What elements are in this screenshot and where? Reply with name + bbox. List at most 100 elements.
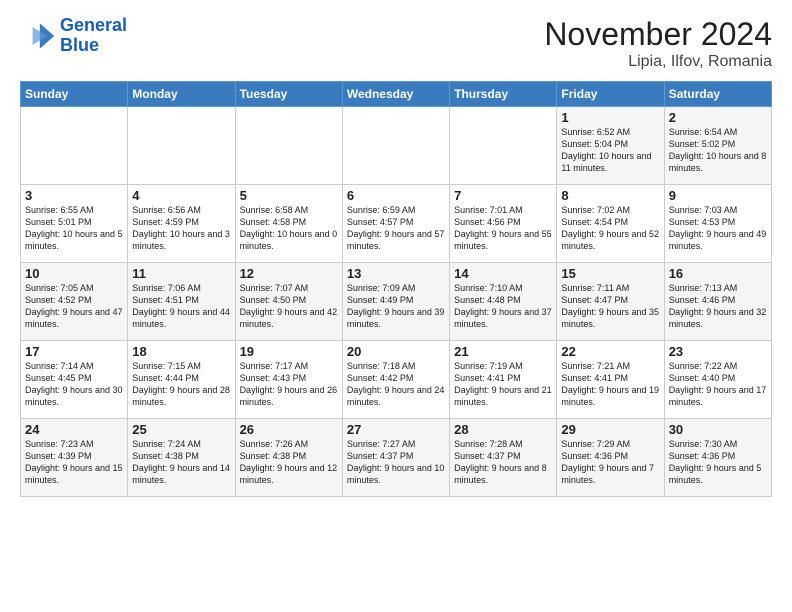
day-number-3-6: 23 bbox=[669, 344, 767, 359]
cell-4-2: 26Sunrise: 7:26 AM Sunset: 4:38 PM Dayli… bbox=[235, 419, 342, 497]
cell-1-0: 3Sunrise: 6:55 AM Sunset: 5:01 PM Daylig… bbox=[21, 185, 128, 263]
day-info-2-6: Sunrise: 7:13 AM Sunset: 4:46 PM Dayligh… bbox=[669, 282, 767, 331]
day-number-1-5: 8 bbox=[561, 188, 659, 203]
logo-text: General Blue bbox=[60, 16, 127, 56]
day-number-4-0: 24 bbox=[25, 422, 123, 437]
day-info-1-2: Sunrise: 6:58 AM Sunset: 4:58 PM Dayligh… bbox=[240, 204, 338, 253]
day-number-2-2: 12 bbox=[240, 266, 338, 281]
day-info-4-3: Sunrise: 7:27 AM Sunset: 4:37 PM Dayligh… bbox=[347, 438, 445, 487]
day-info-3-1: Sunrise: 7:15 AM Sunset: 4:44 PM Dayligh… bbox=[132, 360, 230, 409]
day-info-4-0: Sunrise: 7:23 AM Sunset: 4:39 PM Dayligh… bbox=[25, 438, 123, 487]
day-number-3-0: 17 bbox=[25, 344, 123, 359]
cell-4-5: 29Sunrise: 7:29 AM Sunset: 4:36 PM Dayli… bbox=[557, 419, 664, 497]
day-info-1-4: Sunrise: 7:01 AM Sunset: 4:56 PM Dayligh… bbox=[454, 204, 552, 253]
cell-1-4: 7Sunrise: 7:01 AM Sunset: 4:56 PM Daylig… bbox=[450, 185, 557, 263]
cell-4-3: 27Sunrise: 7:27 AM Sunset: 4:37 PM Dayli… bbox=[342, 419, 449, 497]
header-monday: Monday bbox=[128, 82, 235, 107]
day-number-1-2: 5 bbox=[240, 188, 338, 203]
header-friday: Friday bbox=[557, 82, 664, 107]
day-number-2-0: 10 bbox=[25, 266, 123, 281]
calendar-header: Sunday Monday Tuesday Wednesday Thursday… bbox=[21, 82, 772, 107]
cell-2-0: 10Sunrise: 7:05 AM Sunset: 4:52 PM Dayli… bbox=[21, 263, 128, 341]
cell-4-1: 25Sunrise: 7:24 AM Sunset: 4:38 PM Dayli… bbox=[128, 419, 235, 497]
month-title: November 2024 bbox=[544, 16, 772, 53]
week-row-1: 3Sunrise: 6:55 AM Sunset: 5:01 PM Daylig… bbox=[21, 185, 772, 263]
day-info-3-3: Sunrise: 7:18 AM Sunset: 4:42 PM Dayligh… bbox=[347, 360, 445, 409]
cell-4-0: 24Sunrise: 7:23 AM Sunset: 4:39 PM Dayli… bbox=[21, 419, 128, 497]
day-info-2-1: Sunrise: 7:06 AM Sunset: 4:51 PM Dayligh… bbox=[132, 282, 230, 331]
header-thursday: Thursday bbox=[450, 82, 557, 107]
header-saturday: Saturday bbox=[664, 82, 771, 107]
logo-line2: Blue bbox=[60, 35, 99, 55]
day-info-3-0: Sunrise: 7:14 AM Sunset: 4:45 PM Dayligh… bbox=[25, 360, 123, 409]
day-info-4-2: Sunrise: 7:26 AM Sunset: 4:38 PM Dayligh… bbox=[240, 438, 338, 487]
title-block: November 2024 Lipia, Ilfov, Romania bbox=[544, 16, 772, 71]
day-number-2-3: 13 bbox=[347, 266, 445, 281]
day-number-2-1: 11 bbox=[132, 266, 230, 281]
day-number-0-5: 1 bbox=[561, 110, 659, 125]
header-wednesday: Wednesday bbox=[342, 82, 449, 107]
day-number-4-6: 30 bbox=[669, 422, 767, 437]
cell-1-3: 6Sunrise: 6:59 AM Sunset: 4:57 PM Daylig… bbox=[342, 185, 449, 263]
day-info-1-6: Sunrise: 7:03 AM Sunset: 4:53 PM Dayligh… bbox=[669, 204, 767, 253]
logo: General Blue bbox=[20, 16, 127, 56]
cell-2-6: 16Sunrise: 7:13 AM Sunset: 4:46 PM Dayli… bbox=[664, 263, 771, 341]
day-number-3-5: 22 bbox=[561, 344, 659, 359]
logo-line1: General bbox=[60, 15, 127, 35]
cell-3-3: 20Sunrise: 7:18 AM Sunset: 4:42 PM Dayli… bbox=[342, 341, 449, 419]
day-info-2-3: Sunrise: 7:09 AM Sunset: 4:49 PM Dayligh… bbox=[347, 282, 445, 331]
day-number-4-3: 27 bbox=[347, 422, 445, 437]
cell-1-6: 9Sunrise: 7:03 AM Sunset: 4:53 PM Daylig… bbox=[664, 185, 771, 263]
cell-0-5: 1Sunrise: 6:52 AM Sunset: 5:04 PM Daylig… bbox=[557, 107, 664, 185]
cell-0-4 bbox=[450, 107, 557, 185]
cell-2-2: 12Sunrise: 7:07 AM Sunset: 4:50 PM Dayli… bbox=[235, 263, 342, 341]
cell-4-4: 28Sunrise: 7:28 AM Sunset: 4:37 PM Dayli… bbox=[450, 419, 557, 497]
day-info-1-0: Sunrise: 6:55 AM Sunset: 5:01 PM Dayligh… bbox=[25, 204, 123, 253]
day-info-0-5: Sunrise: 6:52 AM Sunset: 5:04 PM Dayligh… bbox=[561, 126, 659, 175]
day-number-2-4: 14 bbox=[454, 266, 552, 281]
cell-1-2: 5Sunrise: 6:58 AM Sunset: 4:58 PM Daylig… bbox=[235, 185, 342, 263]
day-number-3-4: 21 bbox=[454, 344, 552, 359]
cell-0-0 bbox=[21, 107, 128, 185]
day-number-4-2: 26 bbox=[240, 422, 338, 437]
day-number-0-6: 2 bbox=[669, 110, 767, 125]
cell-0-6: 2Sunrise: 6:54 AM Sunset: 5:02 PM Daylig… bbox=[664, 107, 771, 185]
day-info-4-5: Sunrise: 7:29 AM Sunset: 4:36 PM Dayligh… bbox=[561, 438, 659, 487]
weekday-header-row: Sunday Monday Tuesday Wednesday Thursday… bbox=[21, 82, 772, 107]
cell-1-5: 8Sunrise: 7:02 AM Sunset: 4:54 PM Daylig… bbox=[557, 185, 664, 263]
day-info-2-5: Sunrise: 7:11 AM Sunset: 4:47 PM Dayligh… bbox=[561, 282, 659, 331]
day-info-0-6: Sunrise: 6:54 AM Sunset: 5:02 PM Dayligh… bbox=[669, 126, 767, 175]
week-row-0: 1Sunrise: 6:52 AM Sunset: 5:04 PM Daylig… bbox=[21, 107, 772, 185]
day-info-3-4: Sunrise: 7:19 AM Sunset: 4:41 PM Dayligh… bbox=[454, 360, 552, 409]
day-number-1-0: 3 bbox=[25, 188, 123, 203]
cell-2-3: 13Sunrise: 7:09 AM Sunset: 4:49 PM Dayli… bbox=[342, 263, 449, 341]
week-row-2: 10Sunrise: 7:05 AM Sunset: 4:52 PM Dayli… bbox=[21, 263, 772, 341]
day-info-3-5: Sunrise: 7:21 AM Sunset: 4:41 PM Dayligh… bbox=[561, 360, 659, 409]
cell-2-4: 14Sunrise: 7:10 AM Sunset: 4:48 PM Dayli… bbox=[450, 263, 557, 341]
day-info-4-1: Sunrise: 7:24 AM Sunset: 4:38 PM Dayligh… bbox=[132, 438, 230, 487]
day-number-1-1: 4 bbox=[132, 188, 230, 203]
day-number-2-5: 15 bbox=[561, 266, 659, 281]
day-info-2-2: Sunrise: 7:07 AM Sunset: 4:50 PM Dayligh… bbox=[240, 282, 338, 331]
cell-1-1: 4Sunrise: 6:56 AM Sunset: 4:59 PM Daylig… bbox=[128, 185, 235, 263]
header-tuesday: Tuesday bbox=[235, 82, 342, 107]
week-row-3: 17Sunrise: 7:14 AM Sunset: 4:45 PM Dayli… bbox=[21, 341, 772, 419]
day-info-4-4: Sunrise: 7:28 AM Sunset: 4:37 PM Dayligh… bbox=[454, 438, 552, 487]
day-info-1-5: Sunrise: 7:02 AM Sunset: 4:54 PM Dayligh… bbox=[561, 204, 659, 253]
cell-2-1: 11Sunrise: 7:06 AM Sunset: 4:51 PM Dayli… bbox=[128, 263, 235, 341]
day-number-1-4: 7 bbox=[454, 188, 552, 203]
day-info-2-4: Sunrise: 7:10 AM Sunset: 4:48 PM Dayligh… bbox=[454, 282, 552, 331]
location: Lipia, Ilfov, Romania bbox=[544, 53, 772, 71]
cell-3-5: 22Sunrise: 7:21 AM Sunset: 4:41 PM Dayli… bbox=[557, 341, 664, 419]
week-row-4: 24Sunrise: 7:23 AM Sunset: 4:39 PM Dayli… bbox=[21, 419, 772, 497]
day-number-1-3: 6 bbox=[347, 188, 445, 203]
cell-4-6: 30Sunrise: 7:30 AM Sunset: 4:36 PM Dayli… bbox=[664, 419, 771, 497]
day-info-1-1: Sunrise: 6:56 AM Sunset: 4:59 PM Dayligh… bbox=[132, 204, 230, 253]
day-info-3-2: Sunrise: 7:17 AM Sunset: 4:43 PM Dayligh… bbox=[240, 360, 338, 409]
day-number-1-6: 9 bbox=[669, 188, 767, 203]
logo-icon bbox=[20, 18, 56, 54]
calendar-body: 1Sunrise: 6:52 AM Sunset: 5:04 PM Daylig… bbox=[21, 107, 772, 497]
cell-3-4: 21Sunrise: 7:19 AM Sunset: 4:41 PM Dayli… bbox=[450, 341, 557, 419]
cell-3-2: 19Sunrise: 7:17 AM Sunset: 4:43 PM Dayli… bbox=[235, 341, 342, 419]
cell-3-0: 17Sunrise: 7:14 AM Sunset: 4:45 PM Dayli… bbox=[21, 341, 128, 419]
